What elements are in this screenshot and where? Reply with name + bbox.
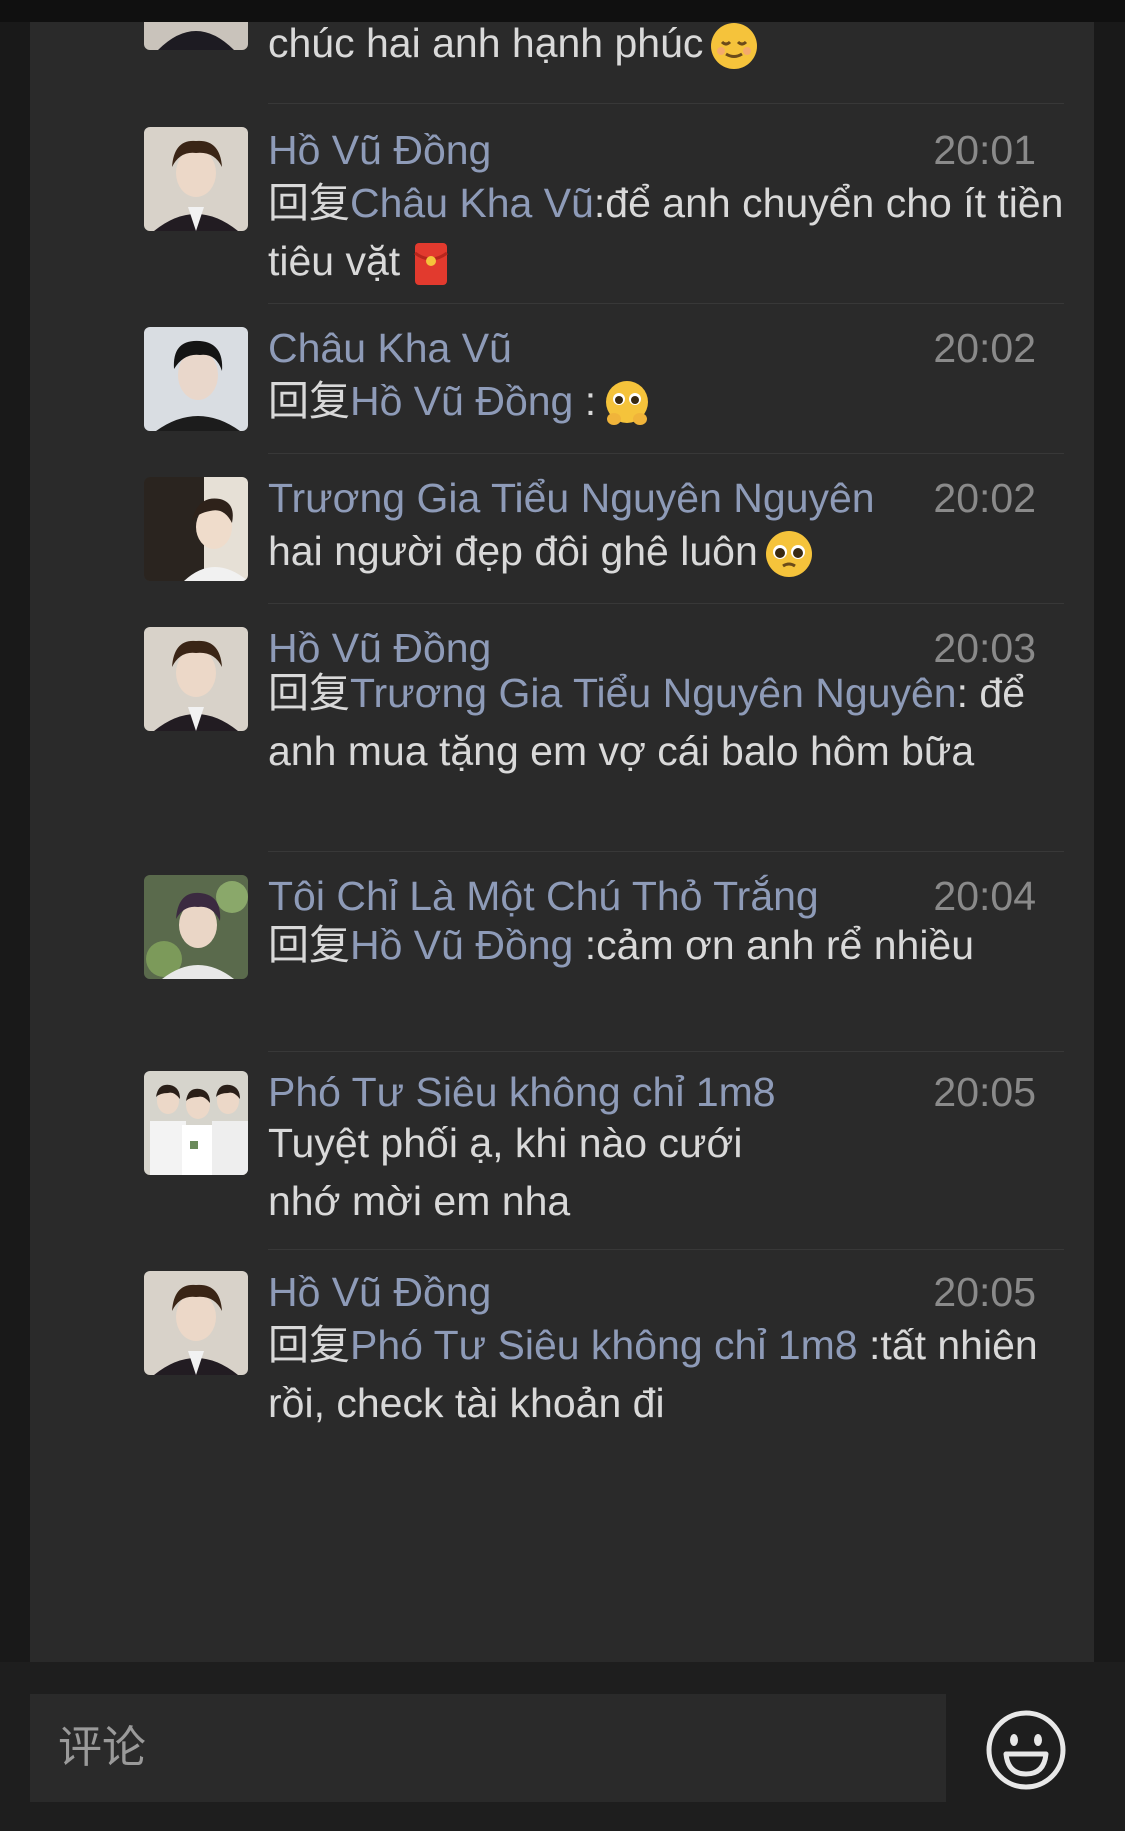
- commenter-name[interactable]: Phó Tư Siêu không chỉ 1m8: [268, 1067, 776, 1117]
- reply-target-name[interactable]: Hồ Vũ Đồng: [350, 922, 573, 968]
- commenter-name[interactable]: Hồ Vũ Đồng: [268, 1267, 491, 1317]
- relieved-face-icon: [709, 22, 759, 71]
- reply-prefix: 回复: [268, 670, 350, 716]
- comment-item: Hồ Vũ Đồng 20:03 回复Trương Gia Tiểu Nguyê…: [30, 604, 1094, 852]
- avatar[interactable]: [144, 627, 248, 731]
- comment-text: 回复Phó Tư Siêu không chỉ 1m8 :tất nhiên r…: [268, 1322, 1038, 1426]
- avatar-image: [144, 627, 248, 731]
- avatar-image: [144, 127, 248, 231]
- comment-text: 回复Trương Gia Tiểu Nguyên Nguyên: để anh …: [268, 670, 1026, 774]
- avatar-image: [144, 1071, 248, 1175]
- avatar-image: [144, 22, 248, 50]
- avatar[interactable]: [144, 1271, 248, 1375]
- smiley-face-icon: [986, 1710, 1066, 1790]
- avatar-image: [144, 1271, 248, 1375]
- comment-time: 20:02: [933, 325, 1036, 371]
- reply-target-name[interactable]: Châu Kha Vũ: [350, 180, 594, 226]
- comment-item: Hồ Vũ Đồng 20:05 回复Phó Tư Siêu không chỉ…: [30, 1250, 1094, 1450]
- commenter-name[interactable]: Tôi Chỉ Là Một Chú Thỏ Trắng: [268, 871, 819, 921]
- avatar[interactable]: [144, 127, 248, 231]
- comment-time: 20:04: [933, 873, 1036, 919]
- commenter-name[interactable]: Châu Kha Vũ: [268, 323, 512, 373]
- comment-item: chúc hai anh hạnh phúc: [30, 22, 1094, 104]
- reply-prefix: 回复: [268, 180, 350, 226]
- reply-target-name[interactable]: Hồ Vũ Đồng: [350, 378, 573, 424]
- avatar-image: [144, 327, 248, 431]
- comment-text: hai người đẹp đôi ghê luôn: [268, 522, 1088, 580]
- comment-text: 回复Hồ Vũ Đồng :cảm ơn anh rể nhiều: [268, 922, 975, 968]
- comment-text: chúc hai anh hạnh phúc: [268, 22, 1088, 72]
- reply-prefix: 回复: [268, 1322, 350, 1368]
- comment-time: 20:01: [933, 127, 1036, 173]
- avatar[interactable]: [144, 327, 248, 431]
- comment-text: Tuyệt phối ạ, khi nào cưới nhớ mời em nh…: [268, 1120, 743, 1224]
- reply-prefix: 回复: [268, 378, 350, 424]
- avatar[interactable]: [144, 22, 248, 50]
- comment-input-bar: [0, 1662, 1125, 1831]
- commenter-name[interactable]: Trương Gia Tiểu Nguyên Nguyên: [268, 473, 875, 523]
- comment-time: 20:05: [933, 1269, 1036, 1315]
- red-envelope-icon: [406, 239, 456, 289]
- avatar-image: [144, 875, 248, 979]
- emoji-button[interactable]: [984, 1708, 1068, 1792]
- avatar-image: [144, 477, 248, 581]
- comment-input[interactable]: [30, 1694, 946, 1802]
- avatar[interactable]: [144, 477, 248, 581]
- avatar[interactable]: [144, 875, 248, 979]
- commenter-name[interactable]: Hồ Vũ Đồng: [268, 125, 491, 175]
- pleading-hands-face-icon: [602, 379, 652, 429]
- reply-target-name[interactable]: Trương Gia Tiểu Nguyên Nguyên: [350, 670, 957, 716]
- comment-item: Châu Kha Vũ 20:02 回复Hồ Vũ Đồng :: [30, 304, 1094, 454]
- comment-item: Hồ Vũ Đồng 20:01 回复Châu Kha Vũ:để anh ch…: [30, 104, 1094, 304]
- top-status-bar: [0, 0, 1125, 22]
- comment-time: 20:02: [933, 475, 1036, 521]
- comment-item: Trương Gia Tiểu Nguyên Nguyên 20:02 hai …: [30, 454, 1094, 604]
- pleading-face-icon: [764, 529, 814, 579]
- comment-item: Phó Tư Siêu không chỉ 1m8 20:05 Tuyệt ph…: [30, 1052, 1094, 1250]
- comment-list[interactable]: chúc hai anh hạnh phúc Hồ Vũ Đồng 20:01 …: [30, 22, 1094, 1662]
- reply-target-name[interactable]: Phó Tư Siêu không chỉ 1m8: [350, 1322, 858, 1368]
- avatar[interactable]: [144, 1071, 248, 1175]
- reply-prefix: 回复: [268, 922, 350, 968]
- comment-time: 20:05: [933, 1069, 1036, 1115]
- comment-item: Tôi Chỉ Là Một Chú Thỏ Trắng 20:04 回复Hồ …: [30, 852, 1094, 1052]
- comment-text: 回复Hồ Vũ Đồng :: [268, 372, 1088, 430]
- comment-text: 回复Châu Kha Vũ:để anh chuyển cho ít tiền …: [268, 174, 1088, 290]
